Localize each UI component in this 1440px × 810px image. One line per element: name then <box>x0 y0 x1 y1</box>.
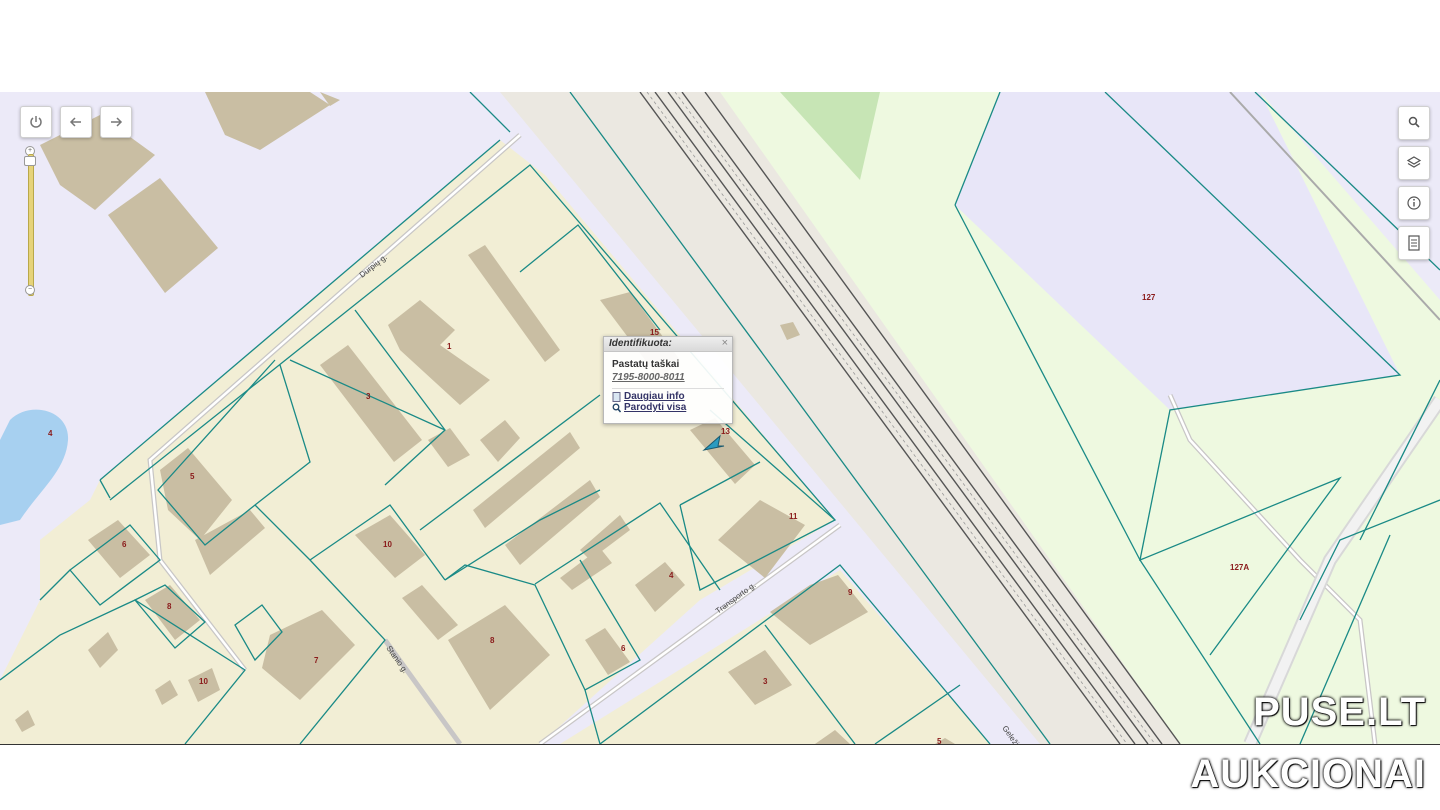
layers-icon <box>1406 156 1422 168</box>
identify-popup: Identifikuota: × Pastatų taškai 7195-800… <box>603 336 733 424</box>
close-icon[interactable]: × <box>722 337 728 349</box>
power-button[interactable] <box>20 106 52 138</box>
document-icon <box>612 391 621 402</box>
parcel-label: 3 <box>366 392 371 401</box>
show-all-label: Parodyti visa <box>624 402 687 413</box>
search-icon <box>1408 116 1420 128</box>
forward-button[interactable] <box>100 106 132 138</box>
show-all-link[interactable]: Parodyti visa <box>612 402 732 413</box>
arrow-left-icon <box>69 117 81 127</box>
parcel-label: 11 <box>789 512 798 521</box>
parcel-label: 127A <box>1230 563 1249 572</box>
zoom-slider-track[interactable] <box>28 154 34 296</box>
zoom-slider-handle[interactable] <box>24 156 36 166</box>
search-icon <box>612 403 621 412</box>
parcel-label: 4 <box>48 429 53 438</box>
info-button[interactable] <box>1398 186 1430 220</box>
parcel-label: 4 <box>669 571 674 580</box>
power-icon <box>30 116 42 128</box>
watermark-line1: PUSE.LT <box>1253 690 1426 734</box>
parcel-label: 8 <box>167 602 172 611</box>
legend-button[interactable] <box>1398 226 1430 260</box>
watermark-line2: AUKCIONAI <box>1190 752 1426 796</box>
zoom-out-button[interactable]: − <box>25 285 35 295</box>
search-button[interactable] <box>1398 106 1430 140</box>
parcel-label: 6 <box>621 644 626 653</box>
parcel-label: 1 <box>447 342 452 351</box>
parcel-label: 8 <box>490 636 495 645</box>
map-canvas[interactable]: 1 3 4 5 6 8 10 7 8 10 6 4 11 13 15 9 3 5… <box>0 92 1440 744</box>
more-info-label: Daugiau info <box>624 391 685 402</box>
info-icon <box>1407 196 1421 210</box>
layers-button[interactable] <box>1398 146 1430 180</box>
parcel-label: 9 <box>848 588 853 597</box>
parcel-label: 13 <box>721 427 730 436</box>
document-icon <box>1408 235 1420 251</box>
pond <box>0 409 69 525</box>
arrow-right-icon <box>111 117 123 127</box>
more-info-link[interactable]: Daugiau info <box>612 391 732 402</box>
back-button[interactable] <box>60 106 92 138</box>
parcel-label: 10 <box>383 540 392 549</box>
popup-header: Identifikuota: <box>604 337 732 352</box>
parcel-label: 6 <box>122 540 127 549</box>
parcel-label: 5 <box>937 737 942 744</box>
parcel-label: 7 <box>314 656 319 665</box>
parcel-label: 3 <box>763 677 768 686</box>
popup-code-link[interactable]: 7195-8000-8011 <box>612 372 732 383</box>
parcel-label: 10 <box>199 677 208 686</box>
parcel-label: 5 <box>190 472 195 481</box>
parcel-label: 127 <box>1142 293 1156 302</box>
divider <box>0 744 1440 745</box>
popup-title: Pastatų taškai <box>612 359 680 370</box>
